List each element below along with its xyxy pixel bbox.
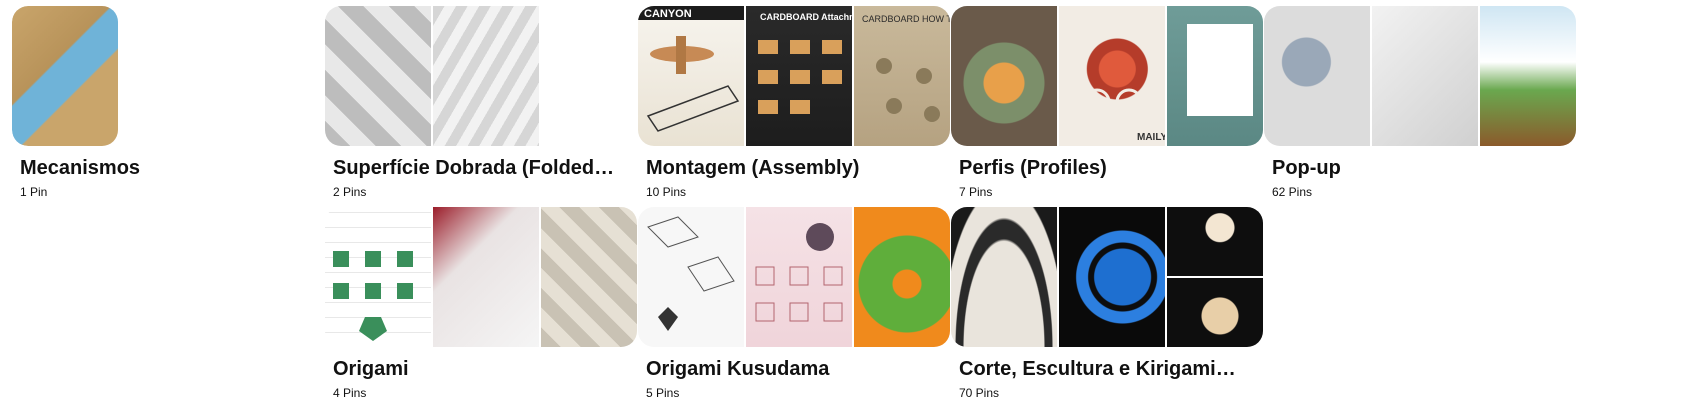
cover-label: MAILY	[1137, 132, 1165, 143]
cover-image: MAILY	[1059, 6, 1165, 146]
cardboard-attachments-chart: CARDBOARD Attachments	[758, 12, 852, 114]
cover-image	[1059, 207, 1165, 347]
cover-image	[541, 207, 637, 347]
how-to-attach-poster: CARDBOARD HOW TO ATTACH	[862, 14, 950, 122]
board-pop-up[interactable]: Pop-up 62 Pins	[1264, 6, 1576, 200]
cover-image	[1372, 6, 1478, 146]
board-perfis[interactable]: MAILY Perfis (Profiles) 7 Pins	[951, 6, 1263, 200]
board-cover[interactable]	[12, 6, 324, 146]
pink-diagram	[755, 223, 843, 322]
board-title[interactable]: Perfis (Profiles)	[959, 156, 1249, 180]
board-origami-kusudama[interactable]: Origami Kusudama 5 Pins	[638, 207, 950, 401]
cover-image	[325, 207, 431, 347]
board-cover[interactable]: MAILY	[951, 6, 1263, 146]
kusudama-diagram	[647, 216, 735, 331]
pin-count: 10 Pins	[646, 185, 687, 199]
cover-image	[854, 207, 950, 347]
cover-image	[1167, 207, 1263, 276]
cover-image	[746, 207, 852, 347]
board-title[interactable]: Mecanismos	[20, 156, 310, 180]
board-title[interactable]: Pop-up	[1272, 156, 1562, 180]
board-mecanismos[interactable]: Mecanismos 1 Pin	[12, 6, 324, 200]
board-title[interactable]: Corte, Escultura e Kirigami…	[959, 357, 1249, 381]
cover-stack	[1167, 207, 1263, 347]
cover-image	[951, 207, 1057, 347]
cover-image	[951, 6, 1057, 146]
cover-image	[12, 6, 118, 146]
cover-image	[638, 207, 744, 347]
cover-label: CARDBOARD HOW TO ATTACH	[862, 14, 950, 24]
board-superficie-dobrada[interactable]: Superfície Dobrada (Folded… 2 Pins	[325, 6, 637, 200]
board-cover[interactable]	[638, 207, 950, 347]
origami-diagram	[333, 251, 413, 341]
board-cover[interactable]	[325, 6, 637, 146]
pin-count: 2 Pins	[333, 185, 367, 199]
boards-grid: Mecanismos 1 Pin Superfície Dobrada (Fol…	[0, 0, 1683, 417]
cover-image: CANYON	[638, 6, 744, 146]
pin-count: 7 Pins	[959, 185, 993, 199]
board-title[interactable]: Montagem (Assembly)	[646, 156, 936, 180]
cover-image	[1264, 6, 1370, 146]
cover-image	[433, 207, 539, 347]
cover-image	[433, 6, 539, 146]
airplane-illustration: CANYON	[638, 6, 744, 132]
pin-count: 5 Pins	[646, 386, 680, 400]
cover-image: CARDBOARD HOW TO ATTACH	[854, 6, 950, 146]
board-cover[interactable]	[951, 207, 1263, 347]
pin-count: 70 Pins	[959, 386, 1000, 400]
board-montagem[interactable]: CANYON CARDBOARD Attachments	[638, 6, 950, 200]
board-title[interactable]: Superfície Dobrada (Folded…	[333, 156, 623, 180]
cover-label: CANYON	[644, 8, 692, 20]
board-cover[interactable]	[1264, 6, 1576, 146]
cover-label: CARDBOARD Attachments	[760, 12, 852, 22]
cover-image: CARDBOARD Attachments	[746, 6, 852, 146]
cover-image	[1167, 6, 1263, 146]
bicycle-papercut: MAILY	[1083, 88, 1165, 143]
board-origami[interactable]: Origami 4 Pins	[325, 207, 637, 401]
board-cover[interactable]	[325, 207, 637, 347]
cover-image	[1480, 6, 1576, 146]
cover-image	[541, 6, 637, 146]
pin-count: 4 Pins	[333, 386, 367, 400]
board-title[interactable]: Origami	[333, 357, 623, 381]
pin-count: 1 Pin	[20, 185, 48, 199]
board-title[interactable]: Origami Kusudama	[646, 357, 936, 381]
board-cover[interactable]: CANYON CARDBOARD Attachments	[638, 6, 950, 146]
framed-paper	[1187, 24, 1253, 116]
pin-count: 62 Pins	[1272, 185, 1313, 199]
cover-image	[1167, 278, 1263, 347]
cover-image	[325, 6, 431, 146]
board-corte-escultura-kirigami[interactable]: Corte, Escultura e Kirigami… 70 Pins	[951, 207, 1263, 401]
